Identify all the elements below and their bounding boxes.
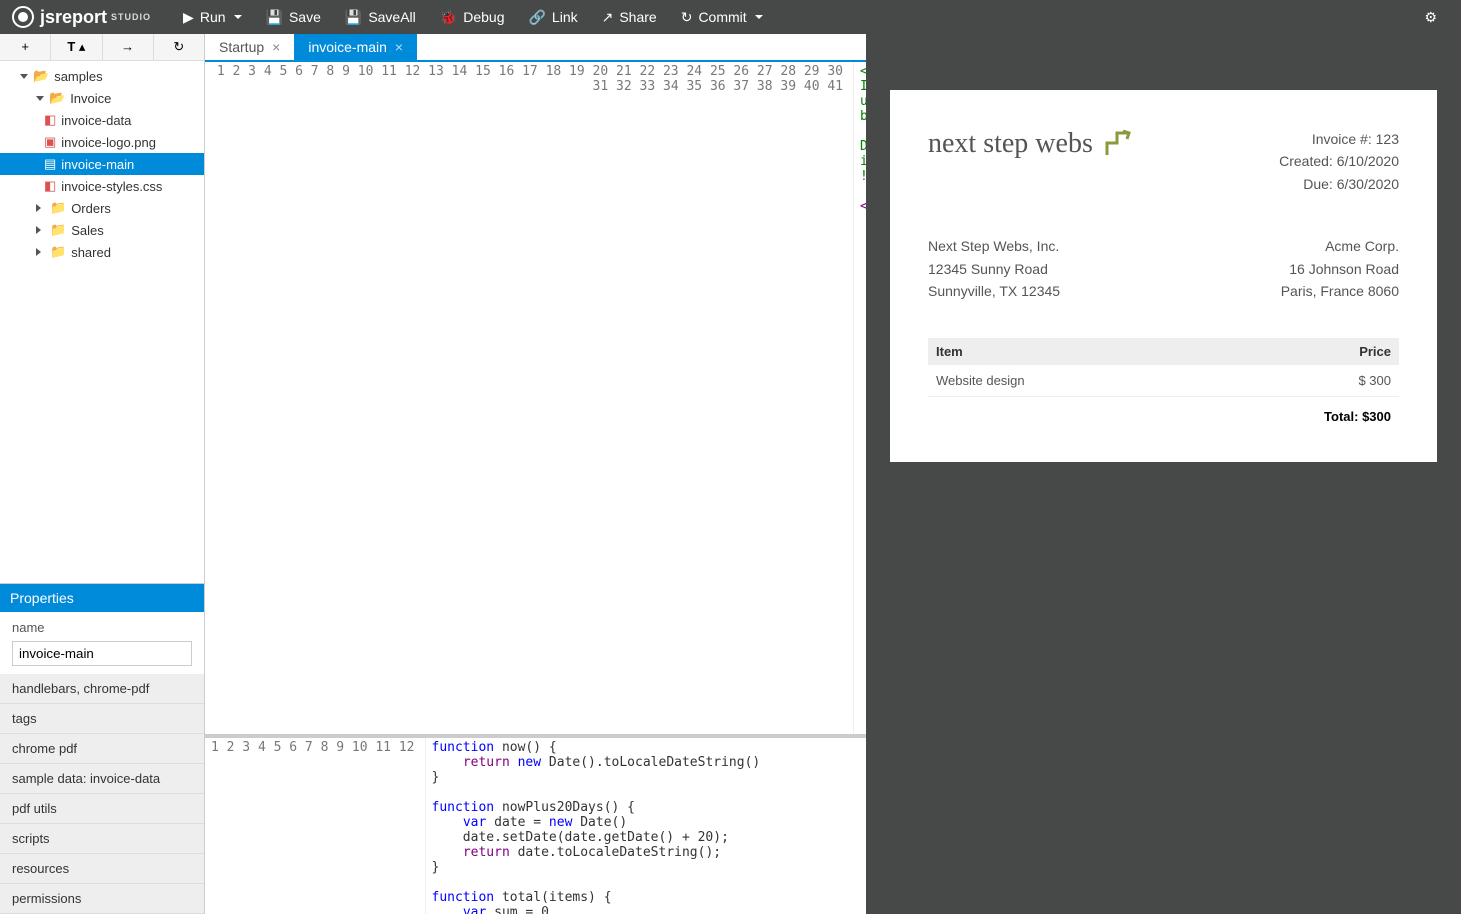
properties-panel: Properties name handlebars, chrome-pdf t…: [0, 583, 204, 914]
debug-button[interactable]: 🐞Debug: [428, 0, 517, 34]
close-icon[interactable]: ×: [395, 39, 403, 55]
name-label: name: [12, 620, 192, 635]
folder-open-icon: 📂: [33, 68, 49, 84]
template-icon: ▤: [44, 156, 56, 172]
tab-startup[interactable]: Startup×: [205, 34, 294, 60]
invoice-logo: next step webs: [928, 128, 1133, 160]
code-content[interactable]: <!-- Invoice dynamically rendered into h…: [854, 62, 866, 734]
tree-folder-orders[interactable]: 📁Orders: [0, 197, 204, 219]
saveall-button[interactable]: 💾SaveAll: [333, 0, 428, 34]
invoice-meta: Invoice #: 123 Created: 6/10/2020 Due: 6…: [1279, 128, 1399, 195]
prop-section-pdfutils[interactable]: pdf utils: [0, 794, 204, 824]
save-icon: 💾: [266, 9, 283, 26]
prop-section-scripts[interactable]: scripts: [0, 824, 204, 854]
play-icon: ▶: [183, 9, 194, 26]
th-item: Item: [928, 338, 1250, 365]
link-icon: 🔗: [528, 9, 545, 26]
editor-tabs: Startup× invoice-main×: [205, 34, 866, 62]
share-button[interactable]: ↗Share: [590, 0, 669, 34]
folder-open-icon: 📂: [49, 90, 65, 106]
invoice-document: next step webs Invoice #: 123 Created: 6…: [890, 90, 1437, 462]
image-icon: ▣: [44, 134, 56, 150]
prop-section-permissions[interactable]: permissions: [0, 884, 204, 914]
add-button[interactable]: +: [0, 34, 51, 60]
tree-file-invoice-main[interactable]: ▤invoice-main: [0, 153, 204, 175]
seller-address: Next Step Webs, Inc. 12345 Sunny Road Su…: [928, 235, 1060, 302]
filter-button[interactable]: T ▴: [51, 34, 102, 60]
properties-header: Properties: [0, 584, 204, 612]
refresh-icon: ↻: [681, 9, 693, 26]
line-gutter: 1 2 3 4 5 6 7 8 9 10 11 12: [205, 738, 426, 914]
helpers-code-editor[interactable]: 1 2 3 4 5 6 7 8 9 10 11 12 function now(…: [205, 734, 866, 914]
bug-icon: 🐞: [440, 9, 457, 26]
gear-icon: ⚙: [1424, 9, 1437, 26]
editor-pane: Startup× invoice-main× 1 2 3 4 5 6 7 8 9…: [205, 34, 866, 914]
tree-file-invoice-styles[interactable]: ◧invoice-styles.css: [0, 175, 204, 197]
buyer-address: Acme Corp. 16 Johnson Road Paris, France…: [1281, 235, 1399, 302]
data-icon: ◧: [44, 112, 56, 128]
prop-section-resources[interactable]: resources: [0, 854, 204, 884]
save-button[interactable]: 💾Save: [254, 0, 333, 34]
logo-text: jsreport: [40, 7, 107, 28]
main-toolbar: jsreport STUDIO ▶Run 💾Save 💾SaveAll 🐞Deb…: [0, 0, 1461, 34]
prop-section-engine[interactable]: handlebars, chrome-pdf: [0, 674, 204, 704]
tree-folder-samples[interactable]: 📂samples: [0, 65, 204, 87]
folder-icon: 📁: [50, 222, 66, 238]
main-code-editor[interactable]: 1 2 3 4 5 6 7 8 9 10 11 12 13 14 15 16 1…: [205, 62, 866, 734]
th-price: Price: [1250, 338, 1399, 365]
caret-icon: [755, 15, 763, 19]
run-button[interactable]: ▶Run: [171, 0, 253, 34]
file-tree: 📂samples 📂Invoice ◧invoice-data ▣invoice…: [0, 61, 204, 583]
share-icon: ↗: [602, 9, 614, 26]
css-icon: ◧: [44, 178, 56, 194]
settings-button[interactable]: ⚙: [1412, 0, 1449, 34]
logo: jsreport STUDIO: [12, 6, 151, 28]
refresh-tree-button[interactable]: ↻: [154, 34, 204, 60]
folder-icon: 📁: [50, 200, 66, 216]
collapse-button[interactable]: →: [103, 34, 154, 60]
table-row: Website design$ 300: [928, 365, 1399, 397]
code-content[interactable]: function now() { return new Date().toLoc…: [426, 738, 867, 914]
prop-section-chromepdf[interactable]: chrome pdf: [0, 734, 204, 764]
property-name: name: [0, 612, 204, 674]
line-gutter: 1 2 3 4 5 6 7 8 9 10 11 12 13 14 15 16 1…: [205, 62, 854, 734]
tree-folder-sales[interactable]: 📁Sales: [0, 219, 204, 241]
invoice-total: Total: $300: [928, 397, 1399, 424]
prop-section-sampledata[interactable]: sample data: invoice-data: [0, 764, 204, 794]
saveall-icon: 💾: [345, 9, 362, 26]
invoice-items-table: ItemPrice Website design$ 300: [928, 338, 1399, 397]
tab-invoice-main[interactable]: invoice-main×: [294, 34, 417, 60]
sidebar: + T ▴ → ↻ 📂samples 📂Invoice ◧invoice-dat…: [0, 34, 205, 914]
tree-file-invoice-data[interactable]: ◧invoice-data: [0, 109, 204, 131]
tree-folder-invoice[interactable]: 📂Invoice: [0, 87, 204, 109]
folder-icon: 📁: [50, 244, 66, 260]
preview-pane: next step webs Invoice #: 123 Created: 6…: [866, 34, 1461, 914]
logo-icon: [12, 6, 34, 28]
logo-arrow-icon: [1103, 129, 1133, 159]
tree-file-invoice-logo[interactable]: ▣invoice-logo.png: [0, 131, 204, 153]
logo-subtext: STUDIO: [111, 12, 151, 22]
link-button[interactable]: 🔗Link: [516, 0, 589, 34]
close-icon[interactable]: ×: [272, 39, 280, 55]
tree-folder-shared[interactable]: 📁shared: [0, 241, 204, 263]
name-input[interactable]: [12, 641, 192, 666]
commit-button[interactable]: ↻Commit: [669, 0, 775, 34]
sidebar-toolbar: + T ▴ → ↻: [0, 34, 204, 61]
prop-section-tags[interactable]: tags: [0, 704, 204, 734]
caret-icon: [234, 15, 242, 19]
